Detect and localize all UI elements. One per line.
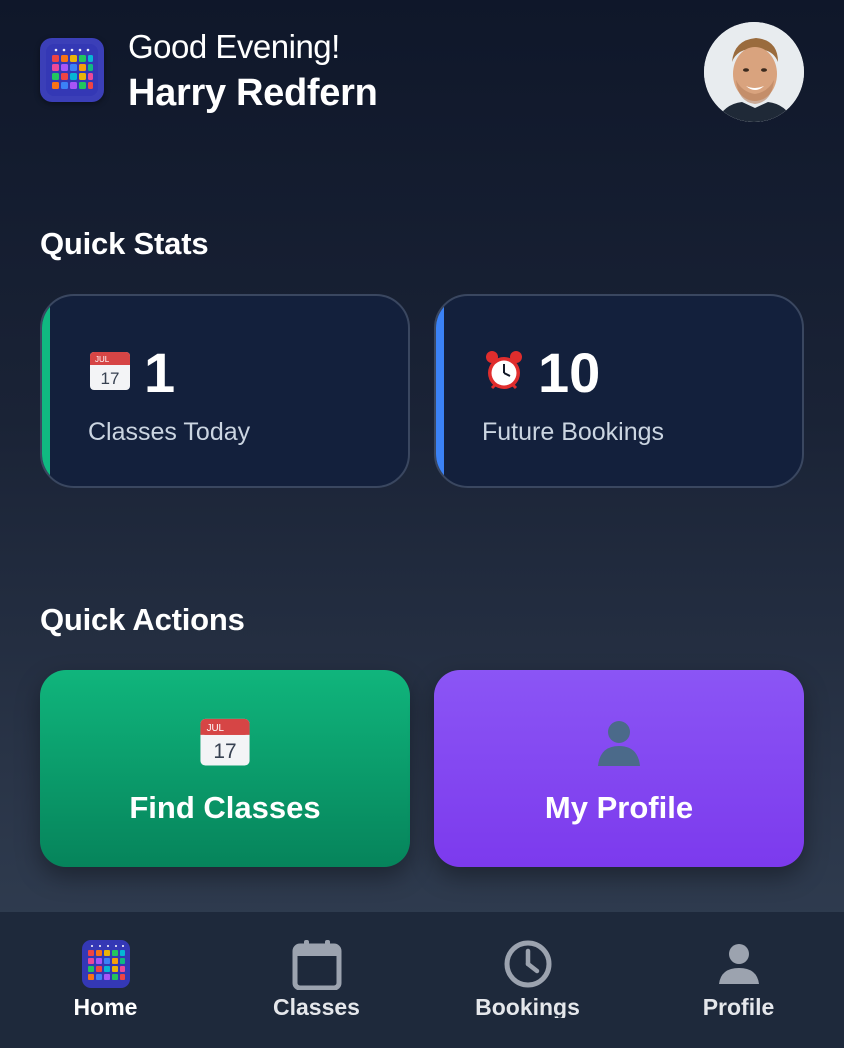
alarm-clock-icon (482, 348, 526, 392)
stat-card-future-bookings[interactable]: 10 Future Bookings (434, 294, 804, 488)
nav-item-home[interactable]: Home (0, 912, 211, 1048)
stat-card-classes-today[interactable]: JUL 17 1 Classes Today (40, 294, 410, 488)
svg-text:17: 17 (213, 740, 236, 763)
app-grid-icon (80, 938, 132, 990)
avatar[interactable] (704, 22, 804, 122)
nav-item-profile[interactable]: Profile (633, 912, 844, 1048)
stat-label: Future Bookings (482, 418, 665, 446)
svg-text:JUL: JUL (95, 355, 110, 364)
stat-accent-bar (436, 296, 444, 486)
app-logo-icon (40, 38, 104, 102)
nav-item-bookings[interactable]: Bookings (422, 912, 633, 1048)
nav-label: Bookings (475, 994, 580, 1018)
header: Good Evening! Harry Redfern (40, 22, 804, 122)
nav-label: Classes (273, 994, 360, 1018)
svg-text:17: 17 (101, 369, 120, 388)
calendar-icon: JUL 17 (88, 348, 132, 392)
nav-label: Profile (702, 994, 775, 1018)
user-silhouette-icon (592, 714, 646, 768)
find-classes-button[interactable]: JUL 17 Find Classes (40, 670, 410, 867)
quick-stats-title: Quick Stats (40, 226, 209, 261)
action-label: My Profile (544, 790, 694, 825)
stat-value: 1 (144, 341, 176, 404)
greeting-text: Good Evening! (128, 28, 340, 65)
nav-item-classes[interactable]: Classes (211, 912, 422, 1048)
nav-label: Home (73, 994, 138, 1018)
user-name: Harry Redfern (128, 72, 378, 114)
calendar-outline-icon (291, 938, 343, 991)
stat-label: Classes Today (88, 418, 251, 446)
my-profile-button[interactable]: My Profile (434, 670, 804, 867)
action-label: Find Classes (129, 790, 321, 825)
stat-value: 10 (538, 341, 601, 404)
calendar-icon: JUL 17 (198, 714, 252, 768)
bottom-nav: Home Classes Bookings Profile (0, 912, 844, 1048)
quick-actions-title: Quick Actions (40, 602, 245, 637)
stat-accent-bar (42, 296, 50, 486)
person-icon (713, 938, 765, 990)
clock-icon (502, 938, 554, 990)
greeting-block: Good Evening! Harry Redfern (128, 28, 378, 115)
svg-text:JUL: JUL (207, 723, 225, 734)
